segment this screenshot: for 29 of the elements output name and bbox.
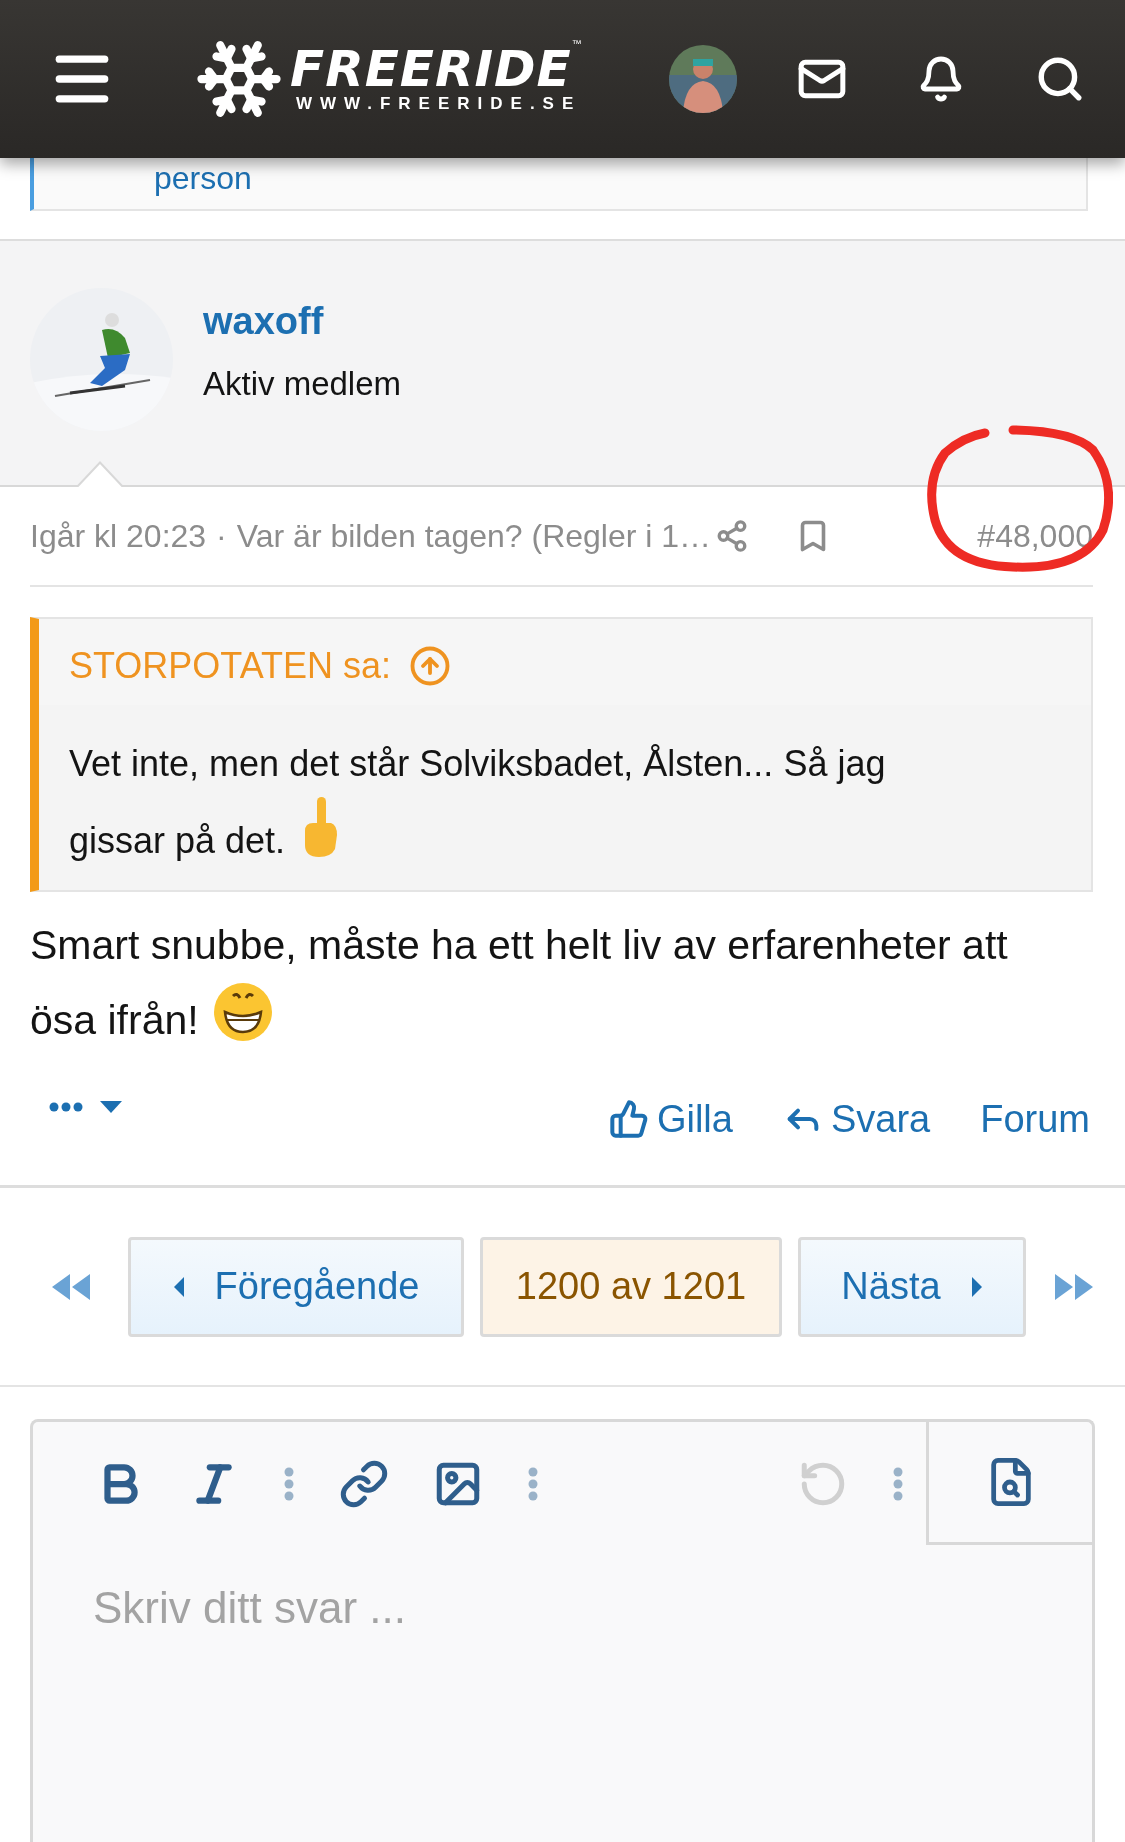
last-page-button[interactable] [1053,1271,1095,1302]
vertical-dots-icon [893,1466,903,1501]
vertical-dots-icon [284,1466,294,1501]
separator: · [216,517,227,555]
post-time[interactable]: Igår kl 20:23 [30,517,207,555]
page-indicator[interactable]: 1200 av 1201 [480,1236,782,1337]
thread-title[interactable]: Var är bilden tagen? (Regler i 1… [236,517,712,555]
vertical-dots-icon [528,1466,538,1501]
reply-link[interactable]: Svara [782,1097,931,1141]
caret-right-icon [970,1275,983,1298]
caret-left-icon [172,1275,185,1298]
post-text: Smart snubbe, måste ha ett helt liv av erfarenheter att ösa ifrån! [30,921,1009,1045]
link-text[interactable]: person [154,162,252,194]
preview-button[interactable] [926,1422,1092,1545]
post-number[interactable]: #48,000 [977,517,1093,555]
grinning-emoji-icon [212,982,273,1042]
reply-editor[interactable]: Skriv ditt svar ... [30,1419,1095,1842]
forum-link[interactable]: Forum [980,1097,1090,1141]
thumbs-up-icon [608,1099,649,1139]
previous-page-button[interactable]: Föregående [128,1236,464,1337]
reply-input[interactable]: Skriv ditt svar ... [33,1545,1092,1842]
next-page-button[interactable]: Nästa [798,1236,1026,1337]
user-role: Aktiv medlem [203,365,402,403]
first-page-button[interactable] [50,1271,92,1302]
like-link[interactable]: Gilla [608,1097,733,1141]
username[interactable]: waxoff [203,300,402,343]
site-logo[interactable]: FREERIDE™ WWW.FREERIDE.SE [194,34,582,124]
more-options-button[interactable] [48,1099,124,1115]
link-icon [339,1458,389,1509]
